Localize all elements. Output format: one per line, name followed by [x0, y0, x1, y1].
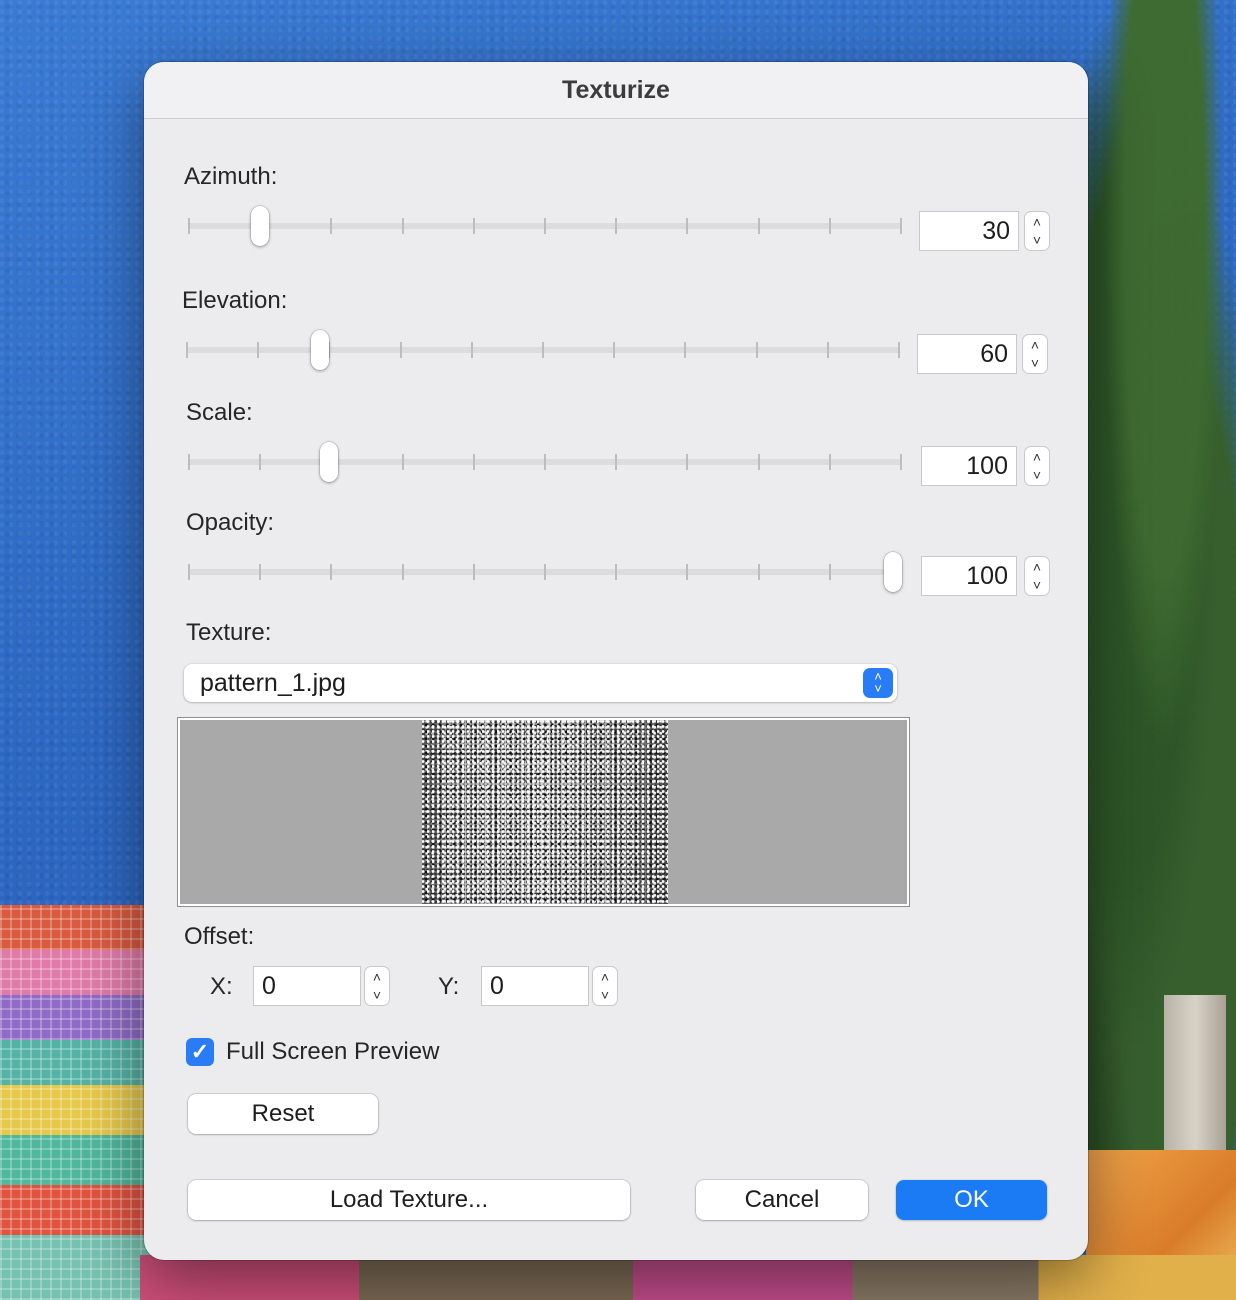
offset-y-label: Y:	[438, 973, 460, 1000]
slider-tick	[399, 342, 402, 358]
slider-tick	[828, 564, 831, 580]
opacity-value-field[interactable]: 100	[921, 556, 1017, 596]
texturize-dialog: Texturize Azimuth: 30 ˄ ˅ Elevation: 60 …	[144, 62, 1088, 1260]
slider-tick	[755, 342, 758, 358]
slider-tick	[472, 454, 475, 470]
slider-tick	[401, 564, 404, 580]
slider-knob[interactable]	[320, 442, 339, 482]
chevron-down-icon[interactable]: ˅	[1033, 232, 1041, 248]
reset-button[interactable]: Reset	[188, 1094, 378, 1134]
slider-tick	[615, 218, 618, 234]
offset-x-label: X:	[210, 973, 233, 1000]
slider-knob[interactable]	[250, 206, 269, 246]
slider-tick	[186, 342, 188, 358]
opacity-label: Opacity:	[186, 509, 275, 536]
chevron-down-icon[interactable]: ˅	[1031, 355, 1039, 371]
slider-tick	[544, 564, 546, 580]
slider-tick	[401, 218, 404, 234]
slider-tick	[615, 564, 618, 580]
chevron-up-icon[interactable]: ˄	[373, 969, 381, 985]
chevron-down-icon[interactable]: ˅	[601, 987, 609, 1003]
slider-tick	[188, 454, 190, 470]
slider-tick	[259, 564, 262, 580]
slider-tick	[544, 218, 546, 234]
elevation-label: Elevation:	[182, 287, 288, 314]
slider-tick	[188, 564, 190, 580]
chevron-up-icon[interactable]: ˄	[1031, 337, 1039, 353]
slider-tick	[472, 218, 475, 234]
slider-tick	[684, 342, 687, 358]
chevron-down-icon[interactable]: ˅	[1033, 467, 1041, 483]
texture-preview	[178, 718, 909, 906]
scale-value-field[interactable]: 100	[921, 446, 1017, 486]
texture-label: Texture:	[186, 619, 272, 646]
slider-tick	[472, 564, 475, 580]
azimuth-slider[interactable]	[188, 206, 902, 246]
offset-x-field[interactable]: 0	[253, 966, 361, 1006]
elevation-slider[interactable]	[186, 330, 900, 370]
slider-tick	[330, 564, 333, 580]
slider-tick	[828, 218, 831, 234]
load-texture-button[interactable]: Load Texture...	[188, 1180, 630, 1220]
offset-x-stepper[interactable]: ˄ ˅	[364, 966, 390, 1006]
dialog-title: Texturize	[562, 75, 670, 104]
slider-tick	[686, 564, 689, 580]
full-screen-preview-checkbox[interactable]: ✓	[186, 1038, 214, 1066]
offset-y-field[interactable]: 0	[481, 966, 589, 1006]
slider-tick	[900, 454, 902, 470]
azimuth-label: Azimuth:	[184, 163, 278, 190]
scale-slider[interactable]	[188, 442, 902, 482]
elevation-stepper[interactable]: ˄ ˅	[1022, 334, 1048, 374]
slider-tick	[757, 564, 760, 580]
slider-tick	[470, 342, 473, 358]
slider-tick	[401, 454, 404, 470]
texture-preview-image	[422, 720, 668, 904]
elevation-value-field[interactable]: 60	[917, 334, 1017, 374]
slider-tick	[828, 454, 831, 470]
chevron-down-icon: ˅	[874, 681, 882, 696]
texture-select-value: pattern_1.jpg	[200, 669, 346, 697]
slider-tick	[686, 218, 689, 234]
dialog-titlebar: Texturize	[144, 62, 1088, 119]
slider-tick	[900, 218, 902, 234]
chevron-up-icon[interactable]: ˄	[1033, 214, 1041, 230]
slider-tick	[757, 218, 760, 234]
slider-tick	[615, 454, 618, 470]
azimuth-value-field[interactable]: 30	[919, 211, 1019, 251]
slider-knob[interactable]	[884, 552, 902, 592]
azimuth-stepper[interactable]: ˄ ˅	[1024, 211, 1050, 251]
scale-stepper[interactable]: ˄ ˅	[1024, 446, 1050, 486]
colored-crates-photo	[0, 905, 160, 1300]
ok-button[interactable]: OK	[896, 1180, 1047, 1220]
stone-pillar-photo	[1164, 995, 1226, 1155]
texture-select[interactable]: pattern_1.jpg ˄ ˅	[184, 664, 897, 702]
offset-y-stepper[interactable]: ˄ ˅	[592, 966, 618, 1006]
scale-label: Scale:	[186, 399, 253, 426]
slider-tick	[257, 342, 260, 358]
chevron-down-icon[interactable]: ˅	[1033, 577, 1041, 593]
slider-tick	[542, 342, 544, 358]
slider-tick	[757, 454, 760, 470]
checkmark-icon: ✓	[190, 1039, 210, 1064]
select-arrows-icon[interactable]: ˄ ˅	[863, 668, 893, 698]
chevron-up-icon[interactable]: ˄	[601, 969, 609, 985]
slider-tick	[188, 218, 190, 234]
offset-label: Offset:	[184, 923, 255, 950]
chevron-up-icon[interactable]: ˄	[1033, 449, 1041, 465]
opacity-slider[interactable]	[188, 552, 902, 592]
slider-tick	[686, 454, 689, 470]
slider-tick	[613, 342, 616, 358]
posters-strip-photo	[140, 1255, 1236, 1300]
slider-tick	[259, 454, 262, 470]
cancel-button[interactable]: Cancel	[696, 1180, 868, 1220]
slider-tick	[898, 342, 900, 358]
opacity-stepper[interactable]: ˄ ˅	[1024, 556, 1050, 596]
chevron-down-icon[interactable]: ˅	[373, 987, 381, 1003]
slider-tick	[544, 454, 546, 470]
full-screen-preview-label[interactable]: Full Screen Preview	[226, 1038, 439, 1066]
slider-knob[interactable]	[311, 330, 330, 370]
slider-tick	[330, 218, 333, 234]
slider-tick	[826, 342, 829, 358]
chevron-up-icon[interactable]: ˄	[1033, 559, 1041, 575]
